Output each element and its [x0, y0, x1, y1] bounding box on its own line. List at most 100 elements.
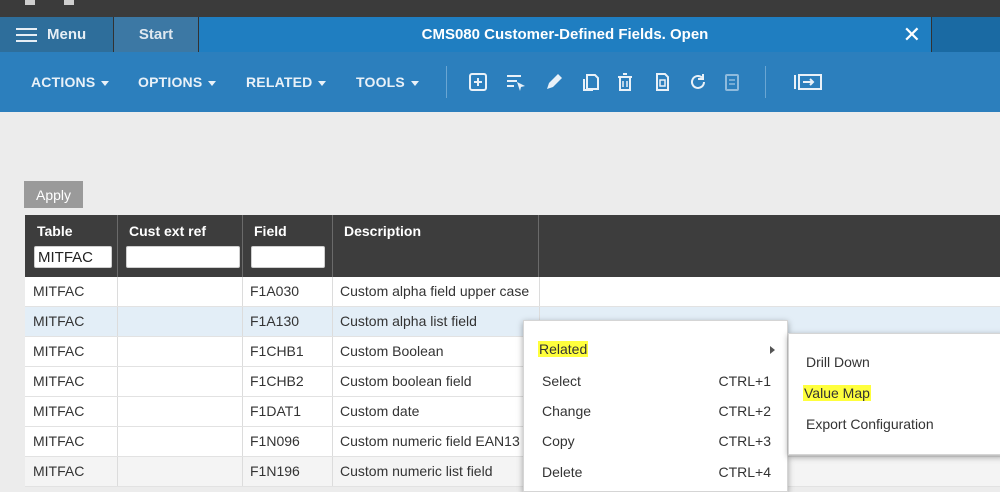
- cell-cust-ext-ref: [117, 427, 243, 456]
- context-item-shortcut: CTRL+3: [718, 433, 771, 449]
- cell-cust-ext-ref: [117, 337, 243, 366]
- grid-header: Table Cust ext ref Field Description: [25, 215, 1000, 277]
- context-item-label: Delete: [542, 464, 583, 480]
- submenu-item-label: Value Map: [803, 385, 871, 401]
- context-item-shortcut: CTRL+1: [718, 373, 771, 389]
- tools-menu-label: TOOLS: [356, 74, 405, 90]
- tab-bar-filler: [932, 17, 1000, 52]
- actions-menu[interactable]: ACTIONS: [31, 74, 110, 90]
- context-item-delete[interactable]: Delete CTRL+4: [524, 458, 787, 488]
- header-field-label: Field: [254, 223, 287, 239]
- tab-start[interactable]: Start: [114, 17, 198, 52]
- header-cust-ext-ref-label: Cust ext ref: [129, 223, 207, 239]
- cell-table: MITFAC: [25, 337, 118, 366]
- caret-down-icon: [101, 80, 110, 86]
- context-item-label: Select: [542, 373, 581, 389]
- table-row[interactable]: MITFAC F1N196 Custom numeric list field: [25, 457, 1000, 487]
- cell-field: F1A130: [242, 307, 333, 336]
- submenu-item-drill-down[interactable]: Drill Down: [789, 348, 1000, 378]
- context-item-shortcut: CTRL+4: [718, 464, 771, 480]
- menu-button[interactable]: Menu: [0, 17, 113, 52]
- cell-field: F1N196: [242, 457, 333, 486]
- chevron-right-icon: [770, 346, 775, 354]
- tools-menu[interactable]: TOOLS: [356, 74, 419, 90]
- cell-description: Custom alpha list field: [332, 307, 540, 336]
- cell-description: Custom alpha field upper case: [332, 277, 540, 306]
- filter-field-input[interactable]: [251, 246, 325, 268]
- menu-label: Menu: [47, 26, 87, 43]
- cell-field: F1DAT1: [242, 397, 333, 426]
- cell-cust-ext-ref: [117, 367, 243, 396]
- tab-bar: Menu Start CMS080 Customer-Defined Field…: [0, 17, 1000, 52]
- context-item-label: Related: [538, 341, 589, 357]
- refresh-icon[interactable]: [687, 71, 709, 93]
- options-menu-label: OPTIONS: [138, 74, 203, 90]
- context-item-label: Copy: [542, 433, 575, 449]
- cell-table: MITFAC: [25, 277, 118, 306]
- related-submenu: Drill Down Value Map Export Configuratio…: [788, 333, 1000, 455]
- tab-start-label: Start: [138, 26, 174, 43]
- context-menu: Related Select CTRL+1 Change CTRL+2 Copy…: [523, 320, 788, 492]
- submenu-item-label: Export Configuration: [806, 416, 934, 432]
- context-item-shortcut: CTRL+2: [718, 403, 771, 419]
- cell-description: Custom numeric list field: [332, 457, 540, 486]
- clipboard-disabled-icon: [721, 71, 743, 93]
- related-menu-label: RELATED: [246, 74, 313, 90]
- export-screen-icon[interactable]: [790, 71, 824, 93]
- actions-menu-label: ACTIONS: [31, 74, 96, 90]
- related-menu[interactable]: RELATED: [246, 74, 327, 90]
- grid-icon: [64, 0, 74, 5]
- cell-cust-ext-ref: [117, 307, 243, 336]
- copy-icon[interactable]: [579, 71, 601, 93]
- header-cust-ext-ref[interactable]: Cust ext ref: [117, 215, 243, 277]
- cell-description: Custom numeric field EAN13: [332, 427, 540, 456]
- apply-button[interactable]: Apply: [24, 181, 83, 208]
- select-list-icon[interactable]: [505, 71, 527, 93]
- header-description-label: Description: [344, 223, 422, 239]
- cell-field: F1A030: [242, 277, 333, 306]
- cell-cust-ext-ref: [117, 397, 243, 426]
- cell-field: F1CHB2: [242, 367, 333, 396]
- cell-field: F1CHB1: [242, 337, 333, 366]
- options-menu[interactable]: OPTIONS: [138, 74, 217, 90]
- app-logo-icon: [25, 0, 35, 5]
- submenu-item-value-map[interactable]: Value Map: [789, 379, 1000, 409]
- cell-table: MITFAC: [25, 367, 118, 396]
- caret-down-icon: [208, 80, 217, 86]
- header-field[interactable]: Field: [242, 215, 333, 277]
- table-row[interactable]: MITFAC F1A030 Custom alpha field upper c…: [25, 277, 1000, 307]
- tab-cms080[interactable]: CMS080 Customer-Defined Fields. Open ✕: [199, 17, 931, 52]
- submenu-item-label: Drill Down: [806, 354, 870, 370]
- cell-description: Custom date: [332, 397, 540, 426]
- filter-table-input[interactable]: [34, 246, 112, 268]
- cell-description: Custom boolean field: [332, 367, 540, 396]
- caret-down-icon: [410, 80, 419, 86]
- header-table[interactable]: Table: [25, 215, 118, 277]
- cell-table: MITFAC: [25, 307, 118, 336]
- cell-field: F1N096: [242, 427, 333, 456]
- cell-cust-ext-ref: [117, 277, 243, 306]
- cell-cust-ext-ref: [117, 457, 243, 486]
- header-table-label: Table: [37, 223, 73, 239]
- caret-down-icon: [318, 80, 327, 86]
- context-item-copy[interactable]: Copy CTRL+3: [524, 427, 787, 457]
- cell-table: MITFAC: [25, 397, 118, 426]
- cell-table: MITFAC: [25, 457, 118, 486]
- close-icon[interactable]: ✕: [903, 22, 921, 48]
- edit-pencil-icon[interactable]: [543, 71, 565, 93]
- context-item-label: Change: [542, 403, 592, 419]
- window-top-strip: [0, 0, 1000, 17]
- toolbar-divider: [446, 66, 447, 98]
- submenu-item-export-configuration[interactable]: Export Configuration: [789, 410, 1000, 440]
- cell-description: Custom Boolean: [332, 337, 540, 366]
- add-icon[interactable]: [467, 71, 489, 93]
- header-description[interactable]: Description: [332, 215, 539, 277]
- delete-trash-icon[interactable]: [614, 71, 636, 93]
- context-item-related[interactable]: Related: [524, 335, 787, 365]
- cell-table: MITFAC: [25, 427, 118, 456]
- display-icon[interactable]: [651, 71, 673, 93]
- tab-title: CMS080 Customer-Defined Fields. Open: [421, 26, 709, 43]
- context-item-change[interactable]: Change CTRL+2: [524, 397, 787, 427]
- context-item-select[interactable]: Select CTRL+1: [524, 367, 787, 397]
- filter-cust-ext-ref-input[interactable]: [126, 246, 240, 268]
